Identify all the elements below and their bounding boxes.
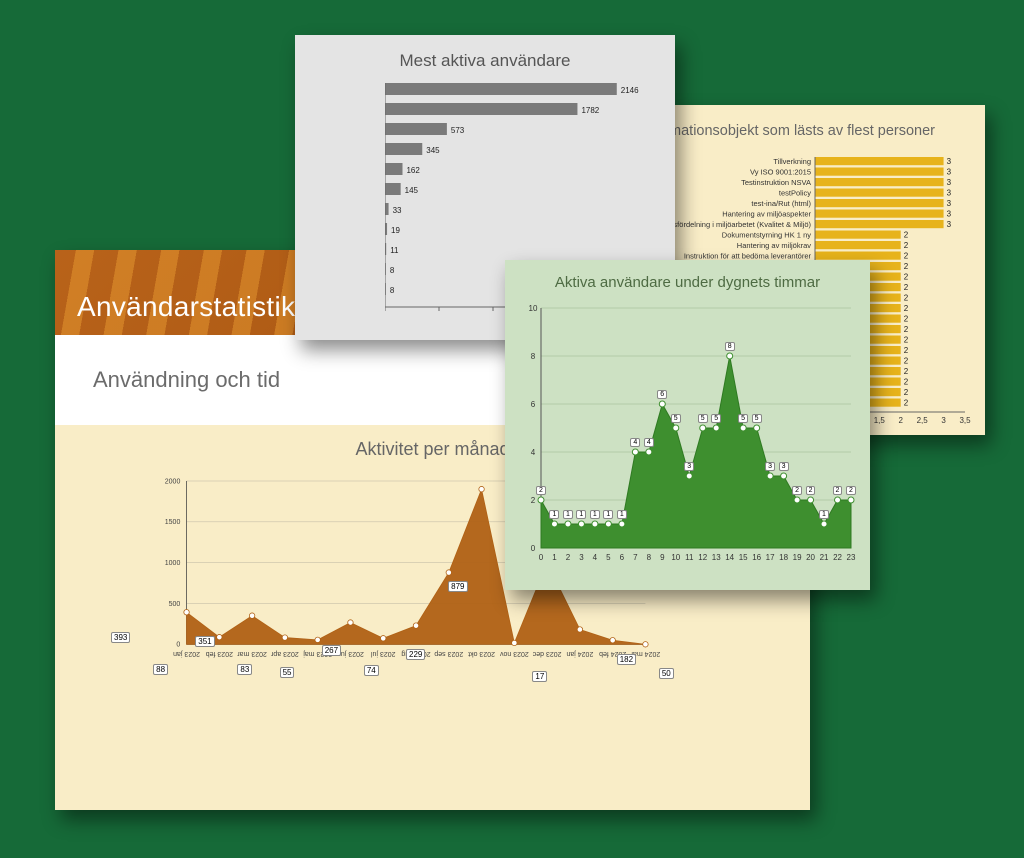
svg-text:test-ina/Rut (html): test-ina/Rut (html): [751, 199, 811, 208]
svg-text:14: 14: [725, 553, 734, 562]
svg-text:2: 2: [904, 273, 909, 282]
svg-text:33: 33: [393, 206, 402, 215]
svg-text:2: 2: [531, 496, 536, 505]
svg-text:10: 10: [671, 553, 680, 562]
svg-text:3: 3: [579, 553, 584, 562]
svg-text:6: 6: [531, 400, 536, 409]
svg-text:3,5: 3,5: [959, 416, 971, 425]
svg-text:11: 11: [390, 246, 399, 255]
chart-title: Mest aktiva användare: [295, 35, 675, 77]
svg-text:2: 2: [904, 346, 909, 355]
svg-text:2,5: 2,5: [917, 416, 929, 425]
svg-text:3: 3: [947, 189, 952, 198]
svg-text:Hantering av miljöaspekter: Hantering av miljöaspekter: [722, 210, 811, 219]
svg-text:12: 12: [698, 553, 707, 562]
svg-text:Tillverkning: Tillverkning: [773, 157, 811, 166]
svg-text:0: 0: [539, 553, 544, 562]
chart-title: Aktiva användare under dygnets timmar: [505, 260, 870, 295]
svg-text:2023 apr: 2023 apr: [270, 650, 298, 657]
svg-text:3: 3: [947, 199, 952, 208]
svg-text:11: 11: [685, 553, 694, 562]
svg-text:16: 16: [752, 553, 761, 562]
page-title: Användarstatistik: [77, 291, 295, 323]
svg-text:1500: 1500: [165, 519, 181, 526]
svg-text:20: 20: [806, 553, 815, 562]
svg-text:2: 2: [904, 283, 909, 292]
svg-text:1,5: 1,5: [874, 416, 886, 425]
svg-text:21: 21: [820, 553, 829, 562]
svg-text:1782: 1782: [581, 106, 599, 115]
svg-text:2: 2: [904, 304, 909, 313]
svg-text:2: 2: [904, 325, 909, 334]
svg-text:2023 mar: 2023 mar: [237, 650, 267, 657]
svg-text:testPolicy: testPolicy: [779, 189, 811, 198]
svg-text:2023 sep: 2023 sep: [434, 650, 463, 657]
svg-text:2: 2: [566, 553, 571, 562]
svg-text:2: 2: [904, 388, 909, 397]
svg-text:15: 15: [739, 553, 748, 562]
svg-text:0: 0: [176, 642, 180, 649]
svg-text:3: 3: [947, 210, 952, 219]
svg-text:2: 2: [904, 336, 909, 345]
svg-text:2: 2: [904, 241, 909, 250]
svg-text:23: 23: [847, 553, 856, 562]
svg-text:2: 2: [904, 252, 909, 261]
svg-text:2: 2: [904, 357, 909, 366]
svg-text:145: 145: [405, 186, 419, 195]
svg-text:3: 3: [947, 220, 952, 229]
svg-text:2024 jan: 2024 jan: [566, 650, 593, 657]
svg-text:500: 500: [169, 601, 181, 608]
svg-text:2: 2: [904, 378, 909, 387]
svg-text:2023 okt: 2023 okt: [468, 650, 495, 657]
svg-text:5: 5: [606, 553, 611, 562]
svg-text:573: 573: [451, 126, 465, 135]
svg-text:8: 8: [390, 286, 395, 295]
svg-text:8: 8: [531, 352, 536, 361]
svg-text:1: 1: [552, 553, 557, 562]
svg-text:2023 dec: 2023 dec: [532, 650, 561, 657]
svg-text:17: 17: [766, 553, 775, 562]
svg-text:345: 345: [426, 146, 440, 155]
svg-text:3: 3: [947, 178, 952, 187]
svg-text:18: 18: [779, 553, 788, 562]
svg-text:2023 nov: 2023 nov: [499, 650, 528, 657]
svg-text:6: 6: [620, 553, 625, 562]
svg-text:Hantering av miljökrav: Hantering av miljökrav: [737, 241, 811, 250]
svg-text:2: 2: [904, 315, 909, 324]
svg-text:4: 4: [593, 553, 598, 562]
svg-text:2023 jul: 2023 jul: [371, 650, 396, 657]
svg-text:3: 3: [947, 157, 952, 166]
svg-text:Vy ISO 9001:2015: Vy ISO 9001:2015: [750, 168, 811, 177]
svg-text:2: 2: [904, 399, 909, 408]
svg-text:0: 0: [531, 544, 536, 553]
svg-text:Dokumentstyrning HK 1 ny: Dokumentstyrning HK 1 ny: [722, 231, 811, 240]
svg-text:13: 13: [712, 553, 721, 562]
svg-text:8: 8: [647, 553, 652, 562]
svg-text:8: 8: [390, 266, 395, 275]
svg-text:162: 162: [406, 166, 420, 175]
svg-text:3: 3: [941, 416, 946, 425]
svg-text:2000: 2000: [165, 478, 181, 485]
svg-text:22: 22: [833, 553, 842, 562]
svg-text:2: 2: [898, 416, 903, 425]
svg-text:2: 2: [904, 294, 909, 303]
svg-text:2023 feb: 2023 feb: [206, 650, 233, 657]
svg-text:2146: 2146: [621, 86, 639, 95]
svg-text:3: 3: [947, 168, 952, 177]
svg-text:1000: 1000: [165, 560, 181, 567]
svg-text:Testinstruktion NSVA: Testinstruktion NSVA: [741, 178, 811, 187]
svg-text:19: 19: [391, 226, 400, 235]
svg-text:2: 2: [904, 231, 909, 240]
panel-hourly-users: Aktiva användare under dygnets timmar 0 2…: [505, 260, 870, 590]
svg-text:2: 2: [904, 262, 909, 271]
svg-text:2: 2: [904, 367, 909, 376]
svg-text:7: 7: [633, 553, 638, 562]
svg-text:10: 10: [529, 304, 538, 313]
svg-text:9: 9: [660, 553, 665, 562]
svg-text:2023 jan: 2023 jan: [173, 650, 200, 657]
svg-text:4: 4: [531, 448, 536, 457]
svg-text:19: 19: [793, 553, 802, 562]
